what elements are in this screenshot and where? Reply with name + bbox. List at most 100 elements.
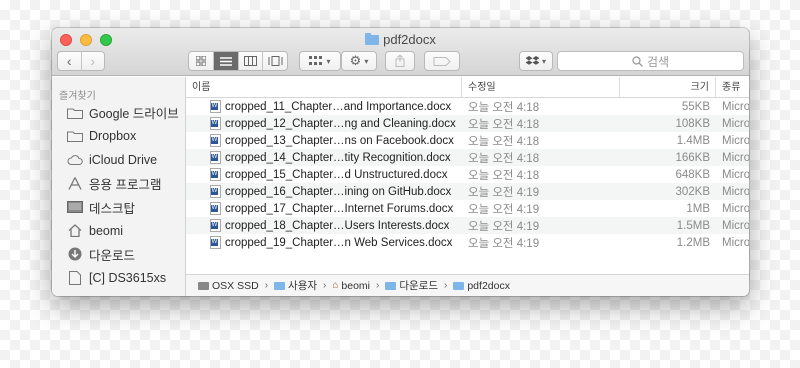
path-item-home[interactable]: ⌂ beomi [332, 280, 370, 292]
cloud-icon [67, 153, 83, 166]
file-name-cell: cropped_16_Chapter…ining on GitHub.docx [186, 185, 462, 198]
folder-icon [365, 32, 380, 45]
path-bar: OSX SSD › 사용자 › ⌂ beomi › 다운로드 › pdf2doc… [186, 274, 749, 296]
arrange-button[interactable]: ▾ [299, 51, 341, 71]
file-name: cropped_17_Chapter…Internet Forums.docx [225, 202, 454, 215]
sidebar-item-home[interactable]: beomi [52, 219, 185, 243]
share-button[interactable] [385, 51, 415, 71]
table-row[interactable]: cropped_15_Chapter…d Unstructured.docx 오… [186, 166, 749, 183]
back-button[interactable]: ‹ [58, 52, 81, 70]
action-button[interactable]: ⚙ ▾ [341, 51, 377, 71]
view-coverflow-button[interactable] [262, 52, 287, 70]
table-row[interactable]: cropped_13_Chapter…ns on Facebook.docx 오… [186, 132, 749, 149]
column-header-name[interactable]: 이름 [186, 77, 462, 97]
view-coverflow-icon [268, 56, 283, 66]
forward-button[interactable]: › [80, 52, 105, 70]
sidebar-item-label: 데스크탑 [89, 201, 136, 216]
chevron-right-icon: › [444, 280, 448, 291]
word-document-icon [210, 202, 221, 215]
home-icon [67, 224, 83, 238]
path-label: OSX SSD [212, 279, 259, 292]
table-row[interactable]: cropped_12_Chapter…ng and Cleaning.docx … [186, 115, 749, 132]
file-kind: Micro [722, 185, 749, 198]
view-list-button[interactable] [212, 52, 238, 70]
chevron-right-icon: › [376, 280, 380, 291]
file-date: 오늘 오전 4:18 [468, 169, 540, 182]
chevron-right-icon: › [264, 280, 269, 291]
file-size: 108KB [675, 117, 710, 130]
chevron-down-icon: ▾ [364, 56, 369, 66]
sidebar-item-google-drive[interactable]: Google 드라이브 [52, 101, 185, 125]
file-date: 오늘 오전 4:19 [468, 203, 540, 216]
table-row[interactable]: cropped_16_Chapter…ining on GitHub.docx … [186, 183, 749, 200]
file-date: 오늘 오전 4:18 [468, 152, 540, 165]
sidebar-item-desktop[interactable]: 데스크탑 [52, 195, 185, 219]
path-label: beomi [341, 279, 371, 292]
path-item-osx-ssd[interactable]: OSX SSD [198, 280, 259, 292]
chevron-right-icon: › [323, 280, 327, 291]
file-date: 오늘 오전 4:18 [468, 135, 540, 148]
view-icons-icon [195, 56, 206, 66]
folder-icon [453, 281, 465, 290]
sidebar-item-ds3615xs[interactable]: [C] DS3615xs [52, 266, 185, 290]
file-kind: Micro [722, 117, 749, 130]
file-size: 1.2MB [676, 236, 710, 249]
file-name: cropped_12_Chapter…ng and Cleaning.docx [225, 117, 456, 130]
sidebar-item-applications[interactable]: 응용 프로그램 [52, 172, 185, 196]
column-header-date[interactable]: 수정일 [462, 77, 620, 97]
view-list-icon [219, 56, 232, 66]
path-item-pdf2docx[interactable]: pdf2docx [453, 280, 510, 292]
table-row[interactable]: cropped_14_Chapter…tity Recognition.docx… [186, 149, 749, 166]
path-label: 다운로드 [399, 280, 438, 292]
share-icon [395, 55, 405, 67]
sidebar-item-icloud-drive[interactable]: iCloud Drive [52, 148, 185, 172]
word-document-icon [210, 219, 221, 232]
table-row[interactable]: cropped_18_Chapter…Users Interests.docx … [186, 217, 749, 234]
view-icons-button[interactable] [189, 52, 213, 70]
chevron-down-icon: ▾ [326, 56, 331, 66]
search-field[interactable]: 검색 [557, 51, 744, 71]
file-name: cropped_14_Chapter…tity Recognition.docx [225, 151, 451, 164]
disk-icon [198, 281, 209, 290]
sidebar-item-dropbox[interactable]: Dropbox [52, 125, 185, 149]
file-name: cropped_18_Chapter…Users Interests.docx [225, 219, 450, 232]
desktop-icon [67, 201, 83, 214]
file-name-cell: cropped_17_Chapter…Internet Forums.docx [186, 202, 462, 215]
gear-icon: ⚙ [349, 53, 362, 68]
table-row[interactable]: cropped_19_Chapter…n Web Services.docx 오… [186, 234, 749, 251]
file-size: 1.5MB [676, 219, 710, 232]
sidebar: 즐겨찾기 Google 드라이브 Dropbox iCloud Drive 응용… [52, 77, 186, 296]
path-item-users[interactable]: 사용자 [274, 278, 317, 293]
word-document-icon [210, 100, 221, 113]
file-size: 55KB [681, 100, 710, 113]
word-document-icon [210, 185, 221, 198]
file-kind: Micro [722, 100, 749, 113]
table-row[interactable]: cropped_17_Chapter…Internet Forums.docx … [186, 200, 749, 217]
column-header-size[interactable]: 크기 [620, 77, 716, 97]
file-name: cropped_16_Chapter…ining on GitHub.docx [225, 185, 452, 198]
file-size: 166KB [675, 151, 710, 164]
file-kind: Micro [722, 134, 749, 147]
folder-icon [67, 130, 83, 143]
file-name-cell: cropped_19_Chapter…n Web Services.docx [186, 236, 462, 249]
file-date: 오늘 오전 4:19 [468, 220, 540, 233]
file-size: 1MB [686, 202, 710, 215]
file-name: cropped_11_Chapter…and Importance.docx [225, 100, 452, 113]
download-icon [67, 247, 83, 261]
table-row[interactable]: cropped_11_Chapter…and Importance.docx 오… [186, 98, 749, 115]
column-header-kind[interactable]: 종류 [716, 77, 749, 97]
dropbox-icon [525, 55, 539, 65]
tag-button[interactable] [424, 51, 460, 71]
view-columns-button[interactable] [237, 52, 263, 70]
path-item-downloads[interactable]: 다운로드 [385, 278, 438, 293]
file-date: 오늘 오전 4:18 [468, 118, 540, 131]
file-name-cell: cropped_11_Chapter…and Importance.docx [186, 100, 462, 113]
applications-icon [67, 177, 83, 190]
dropbox-button[interactable]: ▾ [519, 51, 553, 71]
view-mode-group [188, 51, 288, 71]
file-name: cropped_19_Chapter…n Web Services.docx [225, 236, 453, 249]
sidebar-item-label: Dropbox [89, 129, 137, 144]
sidebar-item-downloads[interactable]: 다운로드 [52, 243, 185, 267]
tag-icon [433, 56, 451, 66]
window-title: pdf2docx [52, 32, 749, 47]
